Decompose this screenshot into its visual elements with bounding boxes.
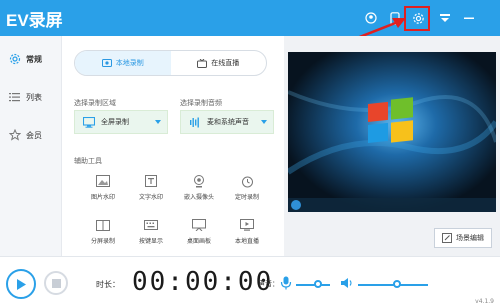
keyboard-icon [144, 218, 158, 232]
version-label: v4.1.9 [475, 298, 494, 305]
microphone-icon[interactable] [280, 276, 292, 290]
control-bar: 时长： 00:00:00 声音： v4.1.9 [0, 256, 500, 308]
record-audio-value: 麦和系统声音 [207, 118, 249, 126]
sidebar-item-label: 常规 [26, 54, 42, 64]
record-area-label: 选择录制区域 [74, 99, 116, 107]
record-audio-select[interactable]: 麦和系统声音 [180, 110, 274, 134]
settings-gear-icon [8, 52, 22, 66]
chevron-down-icon [261, 120, 267, 124]
settings-panel: 本地录制 在线直播 选择录制区域 全屏录制 选择录制音频 麦和系统声音 辅助工具… [62, 36, 284, 256]
mic-volume-knob[interactable] [314, 280, 323, 288]
play-icon [17, 278, 26, 290]
sound-label: 声音： [258, 280, 279, 288]
split-screen-icon [96, 218, 110, 232]
stop-icon [51, 278, 61, 288]
skin-icon[interactable] [436, 9, 454, 27]
desktop-wallpaper-image [288, 52, 496, 212]
app-title: EV录屏 [6, 11, 63, 30]
audio-wave-icon [189, 116, 201, 128]
monitor-icon [83, 116, 95, 128]
record-audio-label: 选择录制音频 [180, 99, 222, 107]
text-icon [144, 174, 158, 188]
minimize-icon[interactable] [460, 9, 478, 27]
record-mode-tabs: 本地录制 在线直播 [74, 50, 267, 76]
tab-label: 本地录制 [115, 59, 144, 67]
star-icon [8, 128, 22, 142]
tab-local-record[interactable]: 本地录制 [75, 51, 171, 75]
preview-panel: 场景编辑 [284, 36, 500, 256]
tool-image-watermark[interactable]: 图片水印 [80, 174, 126, 210]
speaker-icon[interactable] [340, 277, 354, 289]
tool-local-live[interactable]: 本地直播 [224, 218, 270, 254]
tab-label: 在线直播 [211, 59, 240, 67]
alarm-icon [240, 174, 254, 188]
tool-split-screen[interactable]: 分屏录制 [80, 218, 126, 254]
screen-preview [288, 52, 496, 212]
record-timer: 00:00:00 [132, 267, 274, 297]
sidebar-item-list[interactable]: 列表 [0, 84, 62, 110]
tool-text-watermark[interactable]: 文字水印 [128, 174, 174, 210]
tool-desktop-whiteboard[interactable]: 桌面画板 [176, 218, 222, 254]
live-icon [197, 58, 208, 68]
mic-volume-slider[interactable] [296, 284, 330, 286]
sidebar-item-label: 列表 [26, 92, 42, 102]
duration-label: 时长： [96, 280, 120, 289]
tool-embed-camera[interactable]: 嵌入摄像头 [176, 174, 222, 210]
local-live-icon [240, 218, 254, 232]
start-record-button[interactable] [6, 269, 36, 299]
tool-timed-record[interactable]: 定时录制 [224, 174, 270, 210]
stop-record-button[interactable] [44, 271, 68, 295]
whiteboard-icon [192, 218, 206, 232]
scene-edit-button[interactable]: 场景编辑 [434, 228, 492, 248]
edit-icon [442, 233, 452, 243]
record-icon [101, 58, 112, 68]
image-icon [96, 174, 110, 188]
tab-online-live[interactable]: 在线直播 [171, 51, 267, 75]
camera-icon [192, 174, 206, 188]
sidebar-item-label: 会员 [26, 130, 42, 140]
sidebar-item-member[interactable]: 会员 [0, 122, 62, 148]
list-icon [8, 90, 22, 104]
record-area-value: 全屏录制 [101, 118, 129, 126]
record-area-select[interactable]: 全屏录制 [74, 110, 168, 134]
sidebar-item-general[interactable]: 常规 [0, 46, 62, 72]
sidebar: 常规 列表 会员 [0, 36, 62, 256]
scene-edit-label: 场景编辑 [456, 234, 484, 242]
tools-label: 辅助工具 [74, 157, 102, 165]
speaker-volume-knob[interactable] [392, 280, 401, 288]
tool-key-display[interactable]: 按键显示 [128, 218, 174, 254]
title-bar: EV录屏 [0, 0, 500, 49]
chevron-down-icon [155, 120, 161, 124]
